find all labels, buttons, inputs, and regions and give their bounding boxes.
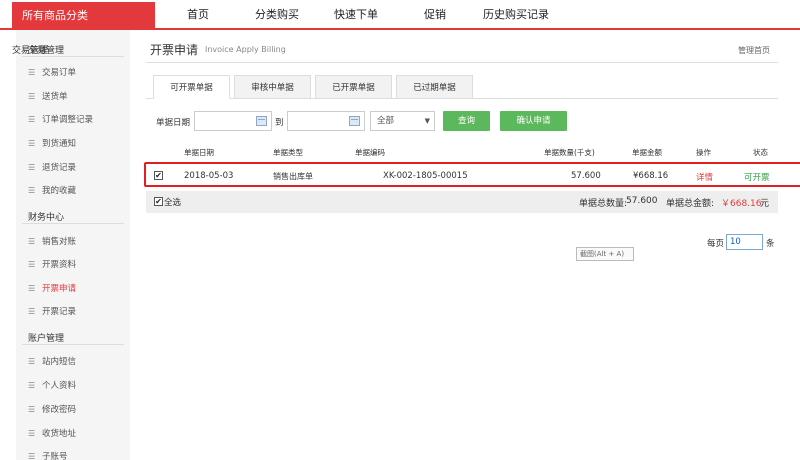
col-header-amount: 单据金额	[632, 148, 662, 157]
total-amount-label: 单据总金额:	[666, 199, 715, 209]
dropdown-arrow-icon: ▼	[424, 117, 430, 125]
sidebar-item-invoice-records[interactable]: ☰ 开票记录	[28, 305, 76, 317]
sidebar-divider	[22, 223, 124, 224]
sidebar-item-returns[interactable]: ☰ 退货记录	[28, 161, 76, 173]
list-icon: ☰	[28, 381, 36, 390]
manage-home-link[interactable]: 管理首页	[738, 45, 770, 56]
col-header-code: 单据编码	[355, 148, 385, 157]
list-icon: ☰	[28, 284, 36, 293]
page-title: 开票申请	[150, 43, 199, 57]
highlight-box	[144, 162, 800, 187]
query-button[interactable]: 查询	[443, 111, 490, 131]
list-icon: ☰	[28, 405, 36, 414]
tab-invoiceable[interactable]: 可开票单据	[153, 75, 230, 99]
total-amount-value: ￥668.16	[721, 199, 762, 209]
col-header-date: 单据日期	[184, 148, 214, 157]
list-icon: ☰	[28, 186, 36, 195]
list-icon: ☰	[28, 260, 36, 269]
sidebar-item-profile[interactable]: ☰ 个人资料	[28, 379, 76, 391]
list-icon: ☰	[28, 307, 36, 316]
col-header-type: 单据类型	[273, 148, 303, 157]
date-to-label: 到	[275, 118, 284, 128]
col-header-status: 状态	[753, 148, 768, 157]
list-icon: ☰	[28, 68, 36, 77]
list-icon: ☰	[28, 237, 36, 246]
sidebar-item-trade-orders[interactable]: ☰ 交易订单	[28, 66, 76, 78]
select-all-checkbox[interactable]: ✔	[154, 197, 163, 206]
sidebar-group-trade-title: 交易管理	[28, 46, 65, 56]
nav-purchase-history[interactable]: 历史购买记录	[483, 0, 549, 30]
sidebar-item-favorites[interactable]: ☰ 我的收藏	[28, 184, 76, 196]
tab-invoiced[interactable]: 已开票单据	[315, 75, 392, 99]
per-page-label: 每页	[707, 239, 725, 249]
per-page-input[interactable]: 10	[726, 234, 763, 250]
sidebar-item-arrival-notice[interactable]: ☰ 到货通知	[28, 137, 76, 149]
col-header-action: 操作	[696, 148, 711, 157]
sidebar-item-order-adjustments[interactable]: ☰ 订单调整记录	[28, 113, 93, 125]
sidebar-item-reconciliation[interactable]: ☰ 销售对账	[28, 235, 76, 247]
divider	[146, 62, 778, 63]
tab-under-review[interactable]: 审核中单据	[234, 75, 311, 99]
per-page-unit: 条	[766, 239, 775, 249]
sidebar-item-addresses[interactable]: ☰ 收货地址	[28, 427, 76, 439]
nav-category-buy[interactable]: 分类购买	[255, 0, 299, 30]
sidebar-divider	[22, 344, 124, 345]
list-icon: ☰	[28, 429, 36, 438]
sidebar-group-finance: 财务中心	[28, 213, 65, 223]
col-header-qty: 单据数量(千支)	[544, 148, 595, 157]
list-icon: ☰	[28, 92, 36, 101]
sidebar-item-delivery-notes[interactable]: ☰ 送货单	[28, 90, 68, 102]
status-select[interactable]: 全部 ▼	[370, 111, 435, 131]
tab-expired[interactable]: 已过期单据	[396, 75, 473, 99]
total-qty-value: 57.600	[626, 196, 658, 206]
currency-suffix: 元	[760, 199, 770, 209]
sidebar-group-account: 账户管理	[28, 334, 65, 344]
start-date-input[interactable]	[194, 111, 272, 131]
list-icon: ☰	[28, 115, 36, 124]
sidebar-item-invoice-info[interactable]: ☰ 开票资料	[28, 258, 76, 270]
nav-home[interactable]: 首页	[187, 0, 209, 30]
page-subtitle: Invoice Apply Billing	[205, 45, 286, 54]
end-date-input[interactable]	[287, 111, 365, 131]
list-icon: ☰	[28, 452, 36, 460]
select-all-label: 全选	[164, 198, 182, 208]
list-icon: ☰	[28, 357, 36, 366]
sidebar-divider	[22, 56, 124, 57]
confirm-apply-button[interactable]: 确认申请	[500, 111, 567, 131]
sidebar-item-invoice-apply[interactable]: ☰ 开票申请	[28, 282, 76, 294]
all-categories-button[interactable]: 所有商品分类	[12, 2, 155, 30]
list-icon: ☰	[28, 139, 36, 148]
calendar-icon[interactable]	[349, 116, 360, 126]
total-qty-label: 单据总数量:	[579, 199, 628, 209]
sidebar-item-messages[interactable]: ☰ 站内短信	[28, 355, 76, 367]
date-label: 单据日期	[156, 118, 191, 128]
sidebar-item-sub-accounts[interactable]: ☰ 子账号	[28, 450, 68, 460]
screenshot-tooltip: 截图(Alt + A)	[576, 247, 634, 261]
list-icon: ☰	[28, 163, 36, 172]
nav-quick-order[interactable]: 快速下单	[334, 0, 378, 30]
calendar-icon[interactable]	[256, 116, 267, 126]
top-nav: 所有商品分类 首页 分类购买 快速下单 促销 历史购买记录	[0, 0, 800, 30]
sidebar-item-change-password[interactable]: ☰ 修改密码	[28, 403, 76, 415]
nav-promotion[interactable]: 促销	[424, 0, 446, 30]
